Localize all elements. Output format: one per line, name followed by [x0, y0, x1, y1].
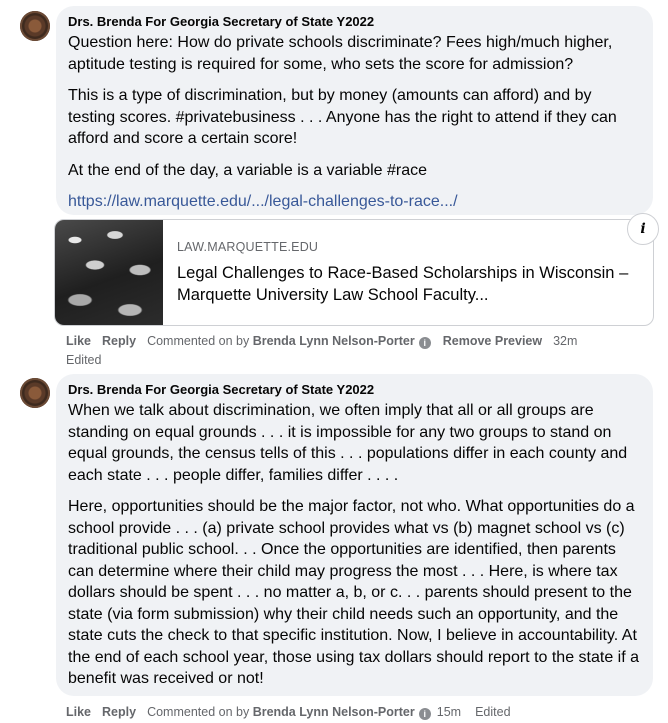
- info-icon[interactable]: i: [418, 708, 431, 720]
- link-preview-card[interactable]: LAW.MARQUETTE.EDU Legal Challenges to Ra…: [54, 219, 654, 326]
- commented-by: Commented on by Brenda Lynn Nelson-Porte…: [147, 333, 415, 349]
- comment-author[interactable]: Drs. Brenda For Georgia Secretary of Sta…: [68, 14, 641, 30]
- comment-timestamp[interactable]: 15m: [437, 704, 461, 720]
- edited-label[interactable]: Edited: [475, 704, 510, 720]
- comment-bubble: Drs. Brenda For Georgia Secretary of Sta…: [56, 6, 653, 215]
- comment-link[interactable]: https://law.marquette.edu/.../legal-chal…: [68, 191, 641, 213]
- comment-paragraph: At the end of the day, a variable is a v…: [68, 161, 428, 179]
- comment-paragraph: When we talk about discrimination, we of…: [68, 402, 628, 484]
- preview-title[interactable]: Legal Challenges to Race-Based Scholarsh…: [177, 262, 637, 306]
- info-icon[interactable]: i: [627, 213, 659, 245]
- info-icon[interactable]: i: [418, 337, 431, 349]
- comment-bubble: Drs. Brenda For Georgia Secretary of Sta…: [56, 374, 653, 696]
- commented-on-by-label: Commented on by: [147, 705, 250, 719]
- reply-button[interactable]: Reply: [102, 333, 136, 349]
- commented-by: Commented on by Brenda Lynn Nelson-Porte…: [147, 704, 415, 720]
- comment-paragraph: This is a type of discrimination, but by…: [68, 87, 617, 147]
- comment-actions: Like Reply Commented on by Brenda Lynn Nel…: [66, 704, 656, 720]
- comment-timestamp[interactable]: 32m: [553, 333, 577, 349]
- edited-label[interactable]: Edited: [66, 352, 656, 368]
- commented-on-by-label: Commented on by: [147, 334, 250, 348]
- comment-paragraph: Here, opportunities should be the major …: [68, 498, 640, 687]
- commenter-name[interactable]: Brenda Lynn Nelson-Porter: [253, 705, 415, 719]
- remove-preview-button[interactable]: Remove Preview: [443, 333, 542, 349]
- comment-actions: Like Reply Commented on by Brenda Lynn Nel…: [66, 333, 656, 368]
- preview-domain: LAW.MARQUETTE.EDU: [177, 240, 319, 254]
- like-button[interactable]: Like: [66, 333, 91, 349]
- preview-thumbnail: [55, 220, 163, 325]
- like-button[interactable]: Like: [66, 704, 91, 720]
- comment-author[interactable]: Drs. Brenda For Georgia Secretary of Sta…: [68, 382, 641, 398]
- author-avatar[interactable]: [20, 378, 50, 408]
- commenter-name[interactable]: Brenda Lynn Nelson-Porter: [253, 334, 415, 348]
- reply-button[interactable]: Reply: [102, 704, 136, 720]
- comment-paragraph: Question here: How do private schools di…: [68, 34, 613, 73]
- author-avatar[interactable]: [20, 11, 50, 41]
